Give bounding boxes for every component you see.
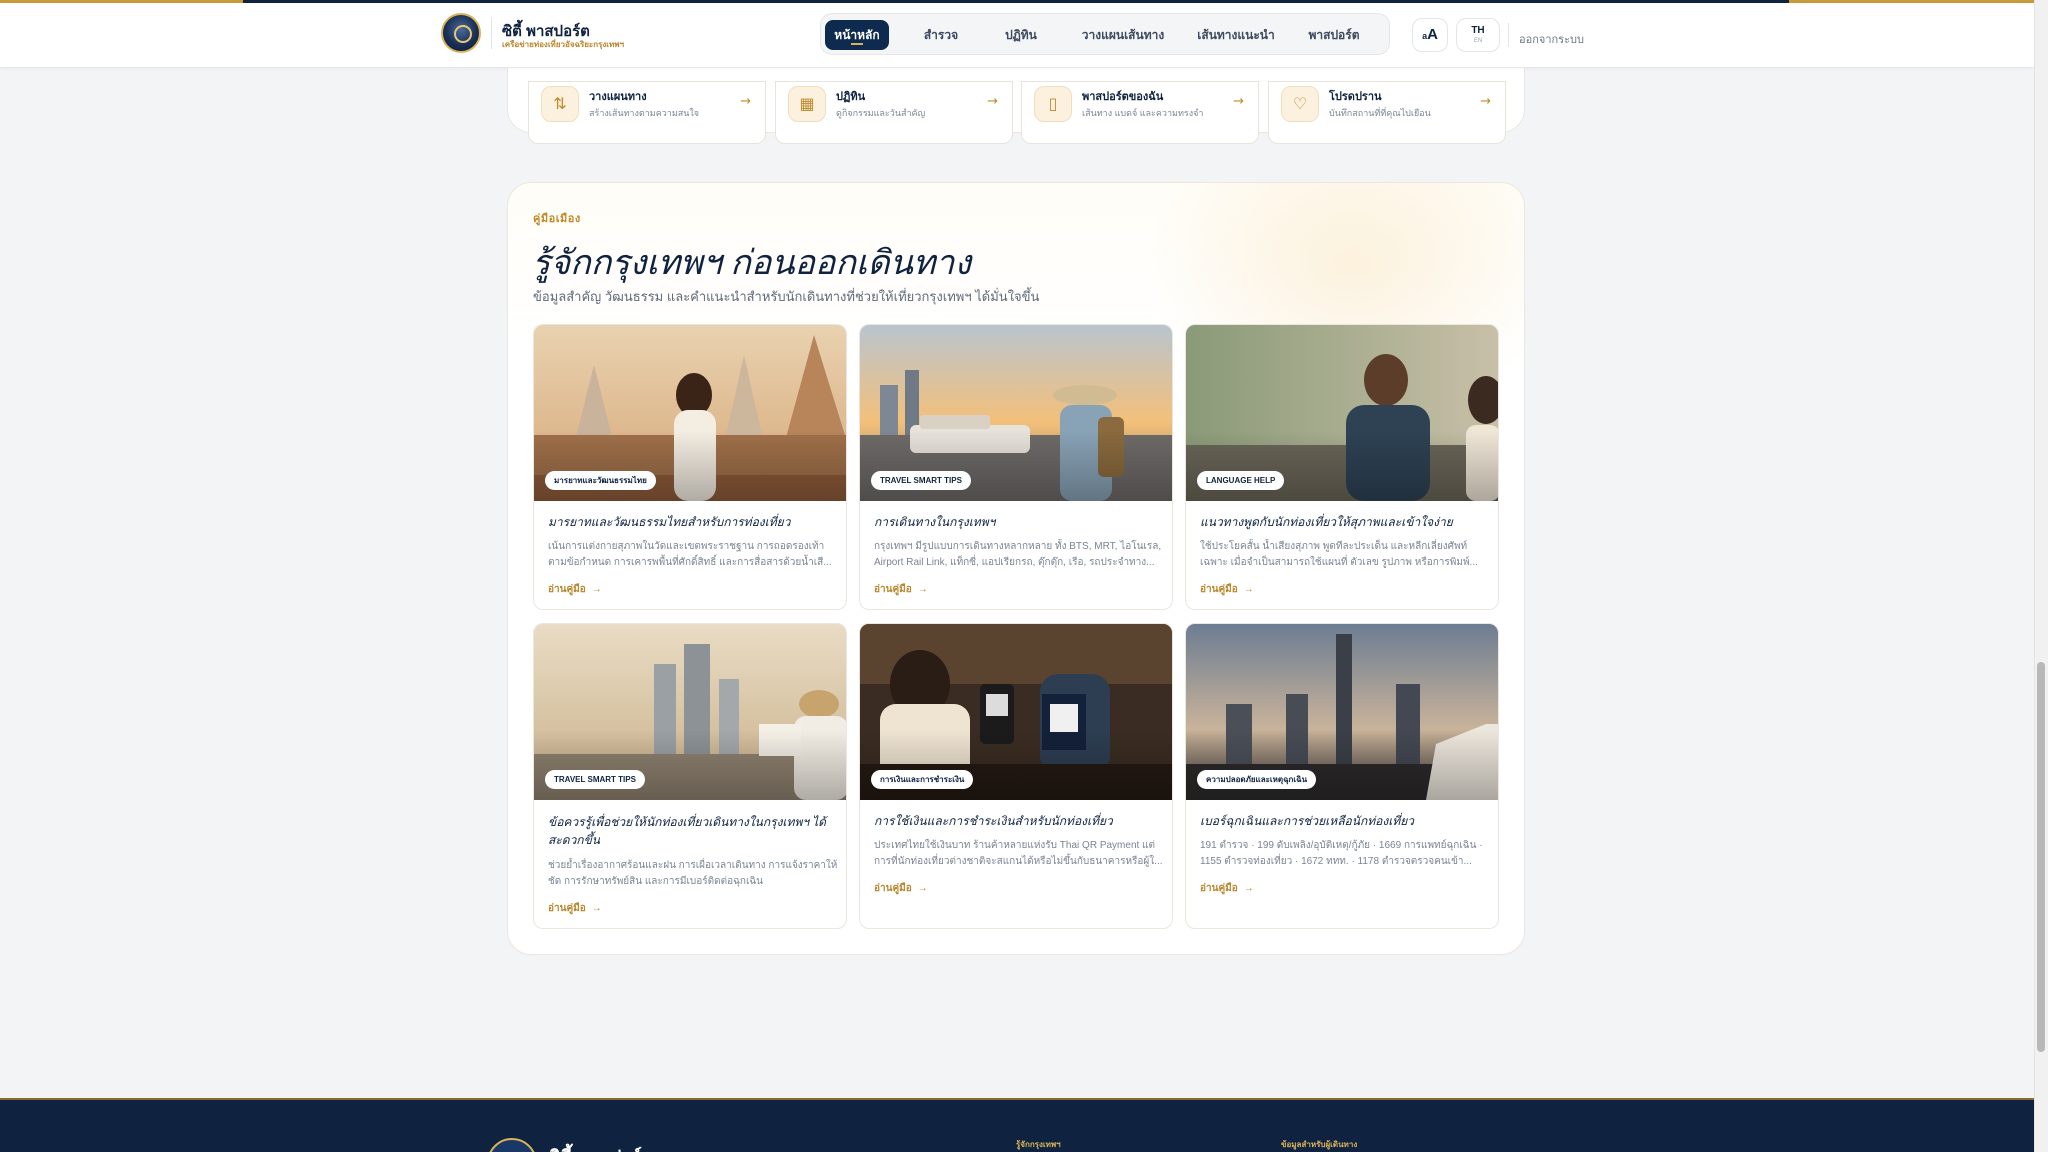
read-guide-link[interactable]: อ่านคู่มือ →: [874, 881, 928, 896]
quick-card-desc: เส้นทาง แบดจ์ และความทรงจำ: [1082, 108, 1204, 118]
lang-primary: TH: [1471, 25, 1485, 36]
arrow-right-icon: →: [591, 584, 602, 595]
logout-link[interactable]: ออกจากระบบ: [1519, 30, 1584, 48]
nav-route-planner[interactable]: วางแผนเส้นทาง: [1073, 20, 1173, 50]
quick-card-desc: สร้างเส้นทางตามความสนใจ: [589, 108, 700, 118]
heart-shield-icon: ♡: [1281, 86, 1319, 122]
guide-card-desc: ช่วยย้ำเรื่องอากาศร้อนและฝน การเผื่อเวลา…: [548, 860, 838, 887]
guide-card-title: ข้อควรรู้เพื่อช่วยให้นักท่องเที่ยวเดินทา…: [548, 815, 826, 847]
read-guide-link[interactable]: อ่านคู่มือ →: [1200, 881, 1254, 896]
read-guide-label: อ่านคู่มือ: [874, 584, 912, 595]
guide-card-image-temple: มารยาทและวัฒนธรรมไทย: [534, 325, 846, 501]
read-guide-label: อ่านคู่มือ: [548, 903, 586, 914]
guide-card-desc: กรุงเทพฯ มีรูปแบบการเดินทางหลากหลาย ทั้ง…: [874, 541, 1162, 568]
guide-card-title: เบอร์ฉุกเฉินและการช่วยเหลือนักท่องเที่ยว: [1200, 814, 1414, 828]
category-tag: มารยาทและวัฒนธรรมไทย: [545, 471, 656, 490]
guide-card-title: การใช้เงินและการชำระเงินสำหรับนักท่องเที…: [874, 814, 1113, 828]
footer-brand: ซิตี้ พาสปอร์ต: [548, 1142, 653, 1152]
arrow-right-icon: →: [987, 94, 998, 109]
read-guide-link[interactable]: อ่านคู่มือ →: [1200, 582, 1254, 597]
guide-card-image-conversation: LANGUAGE HELP: [1186, 325, 1498, 501]
guide-card-title: การเดินทางในกรุงเทพฯ: [874, 515, 996, 529]
read-guide-link[interactable]: อ่านคู่มือ →: [548, 582, 602, 597]
arrow-right-icon: →: [591, 903, 602, 914]
font-size-button[interactable]: aA: [1412, 18, 1448, 52]
footer-column-title: รู้จักกรุงเทพฯ: [1016, 1140, 1061, 1149]
lang-secondary: EN: [1473, 38, 1483, 44]
nav-explore[interactable]: สำรวจ: [911, 20, 971, 50]
section-subtitle: ข้อมูลสำคัญ วัฒนธรรม และคำแนะนำสำหรับนัก…: [533, 289, 1040, 304]
nav-passport[interactable]: พาสปอร์ต: [1299, 20, 1369, 50]
guide-card-title: แนวทางพูดกับนักท่องเที่ยวให้สุภาพและเข้า…: [1200, 515, 1453, 529]
arrow-right-icon: →: [917, 584, 928, 595]
category-tag: ความปลอดภัยและเหตุฉุกเฉิน: [1197, 770, 1317, 789]
category-tag: TRAVEL SMART TIPS: [545, 770, 645, 789]
city-guide-section: คู่มือเมือง รู้จักกรุงเทพฯ ก่อนออกเดินทา…: [507, 182, 1525, 955]
section-eyebrow: คู่มือเมือง: [533, 213, 581, 225]
read-guide-label: อ่านคู่มือ: [1200, 883, 1238, 894]
quick-card-calendar[interactable]: ▦ ปฏิทิน ดูกิจกรรมและวันสำคัญ →: [775, 81, 1013, 144]
arrow-right-icon: →: [740, 94, 751, 109]
language-toggle-button[interactable]: TH EN: [1456, 18, 1500, 52]
guide-card[interactable]: มารยาทและวัฒนธรรมไทย มารยาทและวัฒนธรรมไท…: [533, 324, 847, 610]
footer-emblem-logo: [487, 1138, 537, 1152]
read-guide-link[interactable]: อ่านคู่มือ →: [548, 901, 602, 916]
guide-card[interactable]: TRAVEL SMART TIPS การเดินทางในกรุงเทพฯ ก…: [859, 324, 1173, 610]
guide-card[interactable]: ความปลอดภัยและเหตุฉุกเฉิน เบอร์ฉุกเฉินแล…: [1185, 623, 1499, 929]
arrow-right-icon: →: [1480, 94, 1491, 109]
guide-card[interactable]: การเงินและการชำระเงิน การใช้เงินและการชำ…: [859, 623, 1173, 929]
book-icon: ▯: [1034, 86, 1072, 122]
site-footer: ซิตี้ พาสปอร์ต รู้จักกรุงเทพฯ ข้อมูลสำหร…: [0, 1098, 2034, 1152]
arrow-right-icon: →: [1233, 94, 1244, 109]
arrow-right-icon: →: [1243, 584, 1254, 595]
arrow-right-icon: →: [1243, 883, 1254, 894]
calendar-icon: ▦: [788, 86, 826, 122]
read-guide-link[interactable]: อ่านคู่มือ →: [874, 582, 928, 597]
guide-card-desc: 191 ตำรวจ · 199 ดับเพลิง/อุบัติเหตุ/กู้ภ…: [1200, 840, 1483, 867]
guide-card[interactable]: TRAVEL SMART TIPS ข้อควรรู้เพื่อช่วยให้น…: [533, 623, 847, 929]
guide-card-image-river: TRAVEL SMART TIPS: [860, 325, 1172, 501]
site-header: ซิตี้ พาสปอร์ต เครือข่ายท่องเที่ยวอัจฉริ…: [0, 3, 2034, 68]
quick-card-title: วางแผนทาง: [589, 91, 647, 103]
scrollbar-thumb[interactable]: [2037, 662, 2045, 1052]
guide-card-image-qr-payment: การเงินและการชำระเงิน: [860, 624, 1172, 800]
header-divider: [1508, 23, 1509, 47]
nav-recommended-routes[interactable]: เส้นทางแนะนำ: [1193, 20, 1279, 50]
read-guide-label: อ่านคู่มือ: [1200, 584, 1238, 595]
guide-card-title: มารยาทและวัฒนธรรมไทยสำหรับการท่องเที่ยว: [548, 515, 791, 529]
city-emblem-logo[interactable]: [441, 13, 481, 53]
category-tag: LANGUAGE HELP: [1197, 471, 1285, 490]
nav-home[interactable]: หน้าหลัก: [825, 20, 889, 50]
quick-card-desc: ดูกิจกรรมและวันสำคัญ: [836, 108, 926, 118]
category-tag: การเงินและการชำระเงิน: [871, 770, 974, 789]
category-tag: TRAVEL SMART TIPS: [871, 471, 971, 490]
sliders-icon: ⇅: [541, 86, 579, 122]
main-nav: หน้าหลัก สำรวจ ปฏิทิน วางแผนเส้นทาง เส้น…: [820, 13, 1390, 55]
brand-tagline: เครือข่ายท่องเที่ยวอัจฉริยะกรุงเทพฯ: [502, 40, 625, 49]
footer-column-title: ข้อมูลสำหรับผู้เดินทาง: [1281, 1140, 1358, 1149]
logo-divider: [491, 17, 492, 49]
nav-calendar[interactable]: ปฏิทิน: [991, 20, 1051, 50]
quick-card-title: พาสปอร์ตของฉัน: [1082, 91, 1164, 103]
guide-card-desc: เน้นการแต่งกายสุภาพในวัดและเขตพระราชฐาน …: [548, 541, 832, 568]
read-guide-label: อ่านคู่มือ: [874, 883, 912, 894]
guide-card-image-skyline-map: TRAVEL SMART TIPS: [534, 624, 846, 800]
guide-card-desc: ประเทศไทยใช้เงินบาท ร้านค้าหลายแห่งรับ T…: [874, 840, 1163, 867]
quick-card-favorites[interactable]: ♡ โปรดปราน บันทึกสถานที่ที่คุณไปเยือน →: [1268, 81, 1506, 144]
quick-card-desc: บันทึกสถานที่ที่คุณไปเยือน: [1329, 108, 1431, 118]
font-size-large-glyph: A: [1427, 26, 1438, 43]
quick-card-title: โปรดปราน: [1329, 91, 1382, 103]
quick-card-title: ปฏิทิน: [836, 91, 866, 103]
quick-card-passport[interactable]: ▯ พาสปอร์ตของฉัน เส้นทาง แบดจ์ และความทร…: [1021, 81, 1259, 144]
quick-card-route[interactable]: ⇅ วางแผนทาง สร้างเส้นทางตามความสนใจ →: [528, 81, 766, 144]
guide-card[interactable]: LANGUAGE HELP แนวทางพูดกับนักท่องเที่ยวใ…: [1185, 324, 1499, 610]
arrow-right-icon: →: [917, 883, 928, 894]
read-guide-label: อ่านคู่มือ: [548, 584, 586, 595]
guide-card-image-night-skyline: ความปลอดภัยและเหตุฉุกเฉิน: [1186, 624, 1498, 800]
guide-card-desc: ใช้ประโยคสั้น น้ำเสียงสุภาพ พูดทีละประเด…: [1200, 541, 1478, 568]
section-title: รู้จักกรุงเทพฯ ก่อนออกเดินทาง: [532, 245, 971, 282]
